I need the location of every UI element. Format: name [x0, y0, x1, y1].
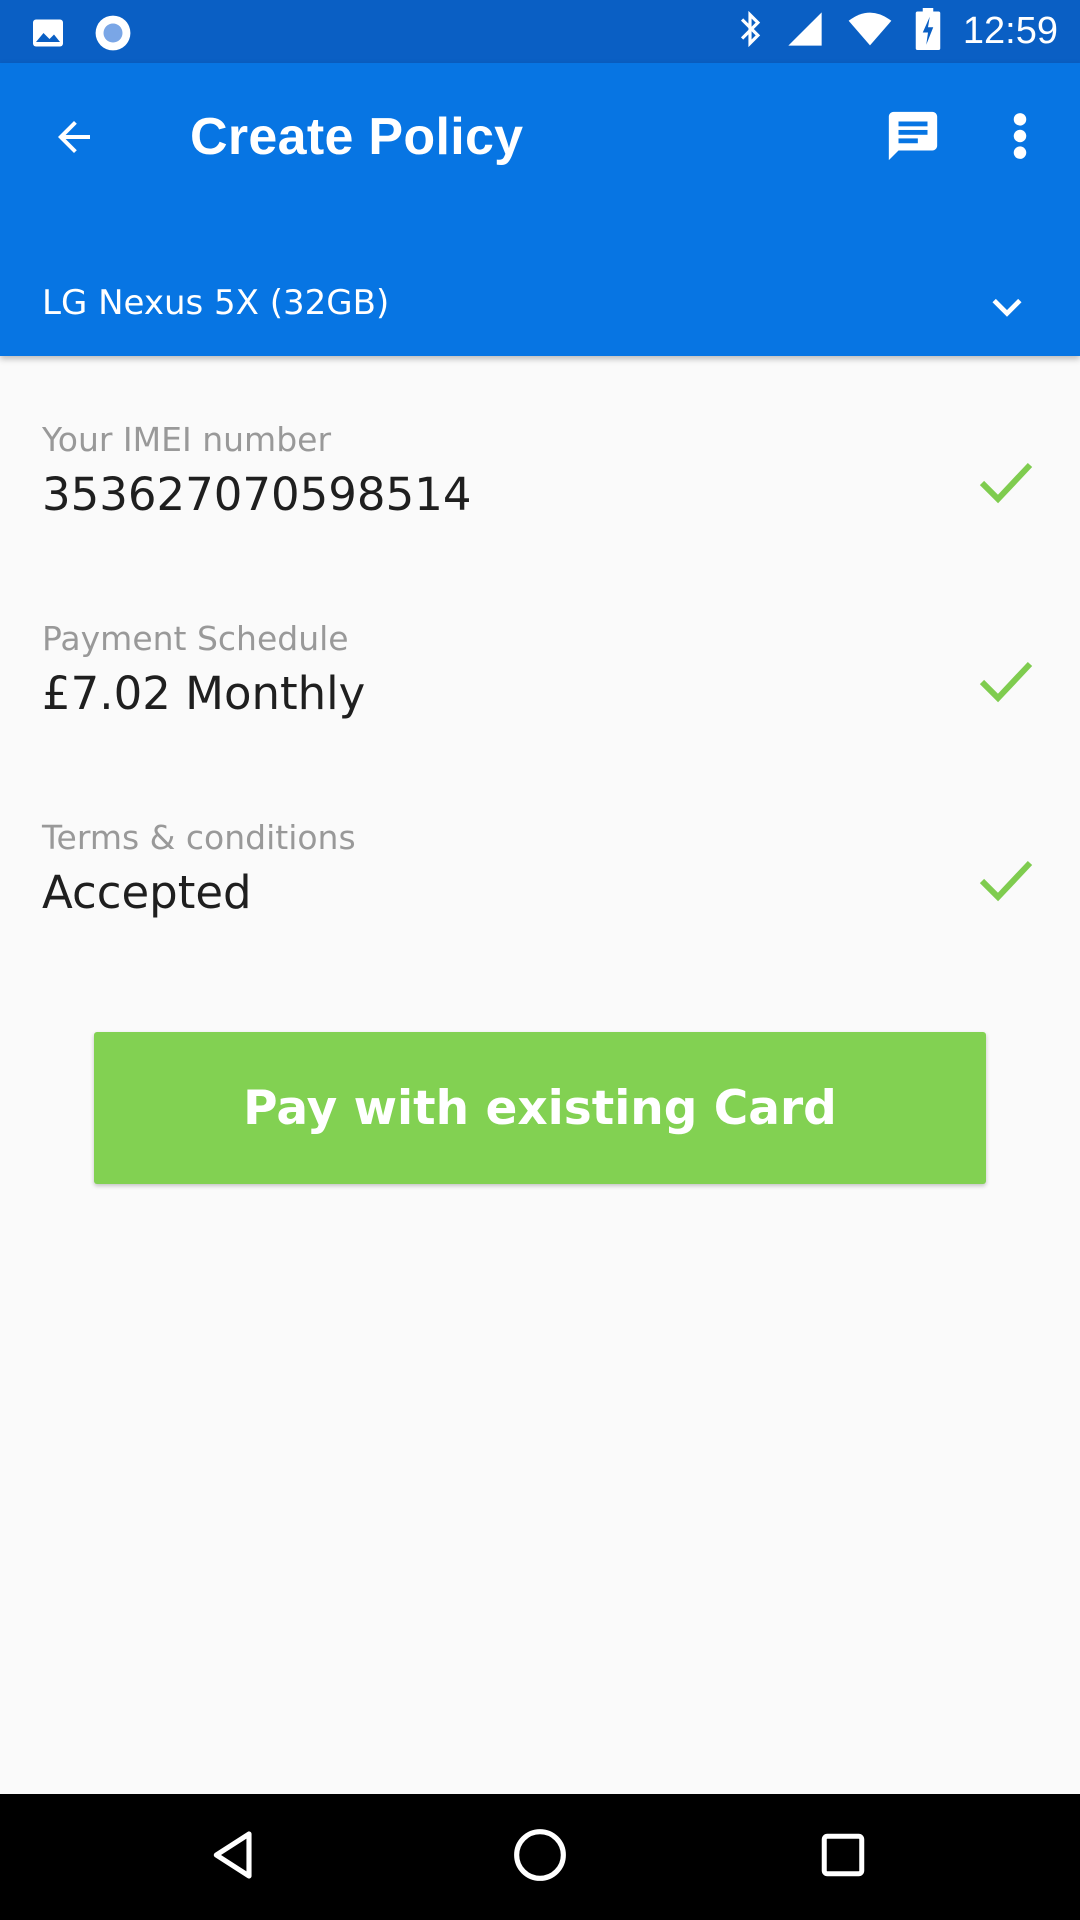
- pay-with-existing-card-button[interactable]: Pay with existing Card: [94, 1032, 986, 1184]
- status-bar: 12:59: [0, 0, 1080, 63]
- check-icon: [978, 856, 1034, 906]
- app-bar: Create Policy LG Nexus 5X (32GB): [0, 63, 1080, 356]
- payment-schedule-row: Payment Schedule £7.02 Monthly: [0, 619, 1080, 779]
- chat-button[interactable]: [878, 103, 948, 173]
- terms-row: Terms & conditions Accepted: [0, 818, 1080, 978]
- check-icon: [978, 458, 1034, 508]
- battery-charging-icon: [915, 8, 941, 55]
- imei-label: Your IMEI number: [42, 420, 332, 459]
- nav-home-button[interactable]: [505, 1822, 575, 1892]
- status-time: 12:59: [962, 10, 1058, 52]
- record-icon: [94, 14, 132, 57]
- nav-back-button[interactable]: [200, 1822, 270, 1892]
- terms-value: Accepted: [42, 866, 252, 919]
- more-options-button[interactable]: [995, 103, 1045, 173]
- chevron-down-icon: [985, 285, 1029, 329]
- status-left-icons: [30, 14, 132, 57]
- imei-value: 353627070598514: [42, 468, 472, 521]
- nav-recents-button[interactable]: [808, 1822, 878, 1892]
- imei-row: Your IMEI number 353627070598514: [0, 420, 1080, 580]
- terms-label: Terms & conditions: [42, 818, 356, 857]
- payment-schedule-value: £7.02 Monthly: [42, 667, 366, 720]
- status-right-icons: 12:59: [737, 0, 1058, 63]
- device-selector-value: LG Nexus 5X (32GB): [42, 283, 390, 323]
- page-title: Create Policy: [190, 108, 524, 166]
- signal-icon: [785, 9, 825, 54]
- back-button[interactable]: [38, 103, 110, 175]
- bluetooth-icon: [737, 10, 763, 53]
- wifi-icon: [847, 9, 893, 54]
- system-nav-bar: [0, 1794, 1080, 1920]
- home-circle-icon: [512, 1827, 568, 1888]
- payment-schedule-label: Payment Schedule: [42, 619, 349, 658]
- more-vert-icon: [1010, 111, 1030, 166]
- create-policy-screen: 12:59 Create Policy LG Nexus 5X (32GB) Y…: [0, 0, 1080, 1920]
- arrow-back-icon: [50, 113, 98, 166]
- back-triangle-icon: [207, 1827, 263, 1888]
- recents-square-icon: [818, 1830, 868, 1885]
- image-icon: [30, 15, 66, 56]
- chat-icon: [884, 107, 942, 170]
- check-icon: [978, 657, 1034, 707]
- device-selector[interactable]: LG Nexus 5X (32GB): [0, 263, 1080, 353]
